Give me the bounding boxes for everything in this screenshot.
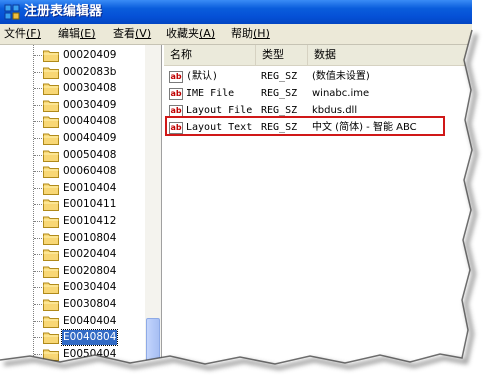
torn-paper-edge [0, 0, 500, 384]
